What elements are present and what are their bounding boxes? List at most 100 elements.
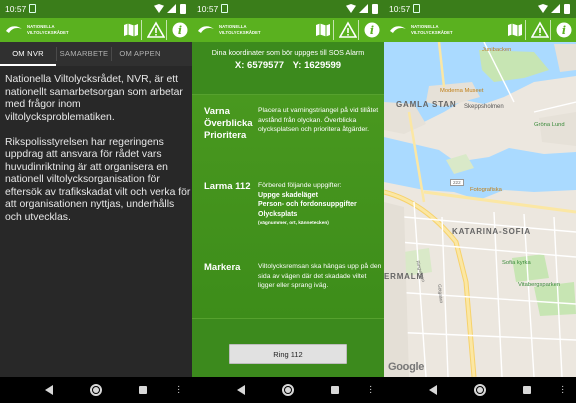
coordinates-intro: Dina koordinater som bör uppges till SOS… bbox=[211, 48, 365, 57]
recents-icon[interactable] bbox=[331, 386, 339, 394]
signal-icon bbox=[551, 4, 560, 13]
more-icon[interactable]: · · · bbox=[177, 382, 180, 398]
home-icon[interactable] bbox=[282, 384, 294, 396]
app-bar: NATIONELLA VILTOLYCKSRÅDET i bbox=[0, 18, 192, 42]
tab-samarbete[interactable]: SAMARBETE bbox=[57, 42, 111, 66]
app-bar: NATIONELLA VILTOLYCKSRÅDET i bbox=[192, 18, 384, 42]
about-text: Nationella Viltolycksrådet, NVR, är ett … bbox=[5, 74, 191, 237]
appbar-divider bbox=[525, 20, 526, 40]
screen-map: 10:57 NATIONELLA VILTOLYCKSRÅDET i Junib… bbox=[384, 0, 576, 403]
wifi-icon bbox=[346, 4, 356, 13]
call-112-button[interactable]: Ring 112 bbox=[229, 344, 347, 364]
google-logo: Google bbox=[388, 361, 425, 373]
appbar-divider bbox=[333, 20, 334, 40]
warning-icon[interactable] bbox=[531, 21, 549, 39]
tab-bar: OM NVR SAMARBETE OM APPEN bbox=[0, 42, 192, 66]
step-heading-line: Överblicka bbox=[204, 118, 253, 129]
coordinate-x: X: 6579577 bbox=[234, 60, 285, 71]
tab-om-nvr[interactable]: OM NVR bbox=[0, 42, 56, 66]
map-label-moderna-museet: Moderna Museet bbox=[440, 88, 484, 94]
recents-icon[interactable] bbox=[523, 386, 531, 394]
logo-line-2: VILTOLYCKSRÅDET bbox=[219, 29, 261, 35]
warning-icon[interactable] bbox=[339, 21, 357, 39]
map-icon[interactable] bbox=[122, 21, 140, 39]
status-time: 10:57 bbox=[389, 4, 411, 14]
info-icon[interactable]: i bbox=[363, 21, 381, 39]
step-text: Placera ut varningstriangel på vid tillå… bbox=[258, 107, 379, 133]
status-bar: 10:57 bbox=[192, 0, 384, 18]
home-icon[interactable] bbox=[474, 384, 486, 396]
wifi-icon bbox=[538, 4, 548, 13]
map-label-grona-lund: Gröna Lund bbox=[534, 122, 565, 128]
map-icon[interactable] bbox=[314, 21, 332, 39]
step-heading-line: Markera bbox=[204, 262, 241, 273]
coordinates-box: Dina koordinater som bör uppges till SOS… bbox=[192, 42, 384, 80]
svg-text:i: i bbox=[178, 24, 182, 37]
recents-icon[interactable] bbox=[139, 386, 147, 394]
app-logo-text: NATIONELLA VILTOLYCKSRÅDET bbox=[27, 24, 69, 35]
map-label-sofia-kyrka: Sofia kyrka bbox=[502, 260, 531, 266]
notification-icon bbox=[221, 4, 228, 13]
system-nav-bar: · · · bbox=[384, 377, 576, 403]
appbar-divider bbox=[358, 20, 359, 40]
logo-line-2: VILTOLYCKSRÅDET bbox=[411, 29, 453, 35]
step-heading: Larma 112 bbox=[204, 181, 250, 193]
status-time: 10:57 bbox=[197, 4, 219, 14]
step-text: Viltolycksremsan ska hängas upp på den s… bbox=[258, 263, 382, 289]
battery-icon bbox=[180, 4, 186, 14]
map-road-badge: 222 bbox=[450, 179, 464, 186]
info-icon[interactable]: i bbox=[171, 21, 189, 39]
tab-om-appen[interactable]: OM APPEN bbox=[112, 42, 168, 66]
wifi-icon bbox=[154, 4, 164, 13]
step-item-note: (vägnummer, ort, kännetecken) bbox=[258, 221, 329, 226]
step-heading-line: Varna bbox=[204, 106, 230, 117]
notification-icon bbox=[29, 4, 36, 13]
back-icon[interactable] bbox=[45, 385, 53, 395]
step-text-intro: Förbered följande uppgifter: bbox=[258, 182, 342, 189]
step-text: Förbered följande uppgifter: Uppge skade… bbox=[258, 181, 382, 229]
status-bar: 10:57 bbox=[0, 0, 192, 18]
signal-icon bbox=[359, 4, 368, 13]
svg-text:i: i bbox=[370, 24, 374, 37]
status-bar: 10:57 bbox=[384, 0, 576, 18]
app-logo-text: NATIONELLA VILTOLYCKSRÅDET bbox=[219, 24, 261, 35]
logo-line-2: VILTOLYCKSRÅDET bbox=[27, 29, 69, 35]
step-heading-line: Prioritera bbox=[204, 130, 247, 141]
step-item: Person- och fordonsuppgifter bbox=[258, 201, 357, 208]
screen-warning: 10:57 NATIONELLA VILTOLYCKSRÅDET i Dina … bbox=[192, 0, 384, 403]
more-icon[interactable]: · · · bbox=[561, 382, 564, 398]
back-icon[interactable] bbox=[429, 385, 437, 395]
app-logo-text: NATIONELLA VILTOLYCKSRÅDET bbox=[411, 24, 453, 35]
coordinate-y: Y: 1629599 bbox=[292, 60, 342, 71]
map-label-junibacken: Junibacken bbox=[482, 47, 512, 53]
svg-text:i: i bbox=[562, 24, 566, 37]
step-item: Uppge skadeläget bbox=[258, 191, 318, 199]
signal-icon bbox=[167, 4, 176, 13]
info-icon[interactable]: i bbox=[555, 21, 573, 39]
about-paragraph-1: Nationella Viltolycksrådet, NVR, är ett … bbox=[5, 74, 183, 123]
appbar-divider bbox=[141, 20, 142, 40]
map-icon[interactable] bbox=[506, 21, 524, 39]
step-item: Olycksplats bbox=[258, 210, 298, 218]
map-label-vitabergsparken: Vitabergsparken bbox=[518, 282, 561, 288]
app-bar: NATIONELLA VILTOLYCKSRÅDET i bbox=[384, 18, 576, 42]
system-nav-bar: · · · bbox=[0, 377, 192, 403]
map-label-skeppsholmen: Skeppsholmen bbox=[464, 104, 504, 110]
step-heading: Varna Överblicka Prioritera bbox=[204, 106, 253, 142]
appbar-divider bbox=[550, 20, 551, 40]
battery-icon bbox=[372, 4, 378, 14]
nvr-logo-icon bbox=[390, 26, 406, 33]
notification-icon bbox=[413, 4, 420, 13]
about-content: OM NVR SAMARBETE OM APPEN Nationella Vil… bbox=[0, 42, 192, 377]
nvr-logo-icon bbox=[6, 26, 22, 33]
nvr-logo-icon bbox=[198, 26, 214, 33]
map-label-katarina-sofia: KATARINA-SOFIA bbox=[452, 227, 531, 236]
map-label-fotografiska: Fotografiska bbox=[470, 187, 502, 193]
status-time: 10:57 bbox=[5, 4, 27, 14]
system-nav-bar: · · · bbox=[192, 377, 384, 403]
back-icon[interactable] bbox=[237, 385, 245, 395]
warning-icon[interactable] bbox=[147, 21, 165, 39]
map-view[interactable]: Junibacken Moderna Museet Skeppsholmen G… bbox=[384, 42, 576, 377]
more-icon[interactable]: · · · bbox=[369, 382, 372, 398]
home-icon[interactable] bbox=[90, 384, 102, 396]
